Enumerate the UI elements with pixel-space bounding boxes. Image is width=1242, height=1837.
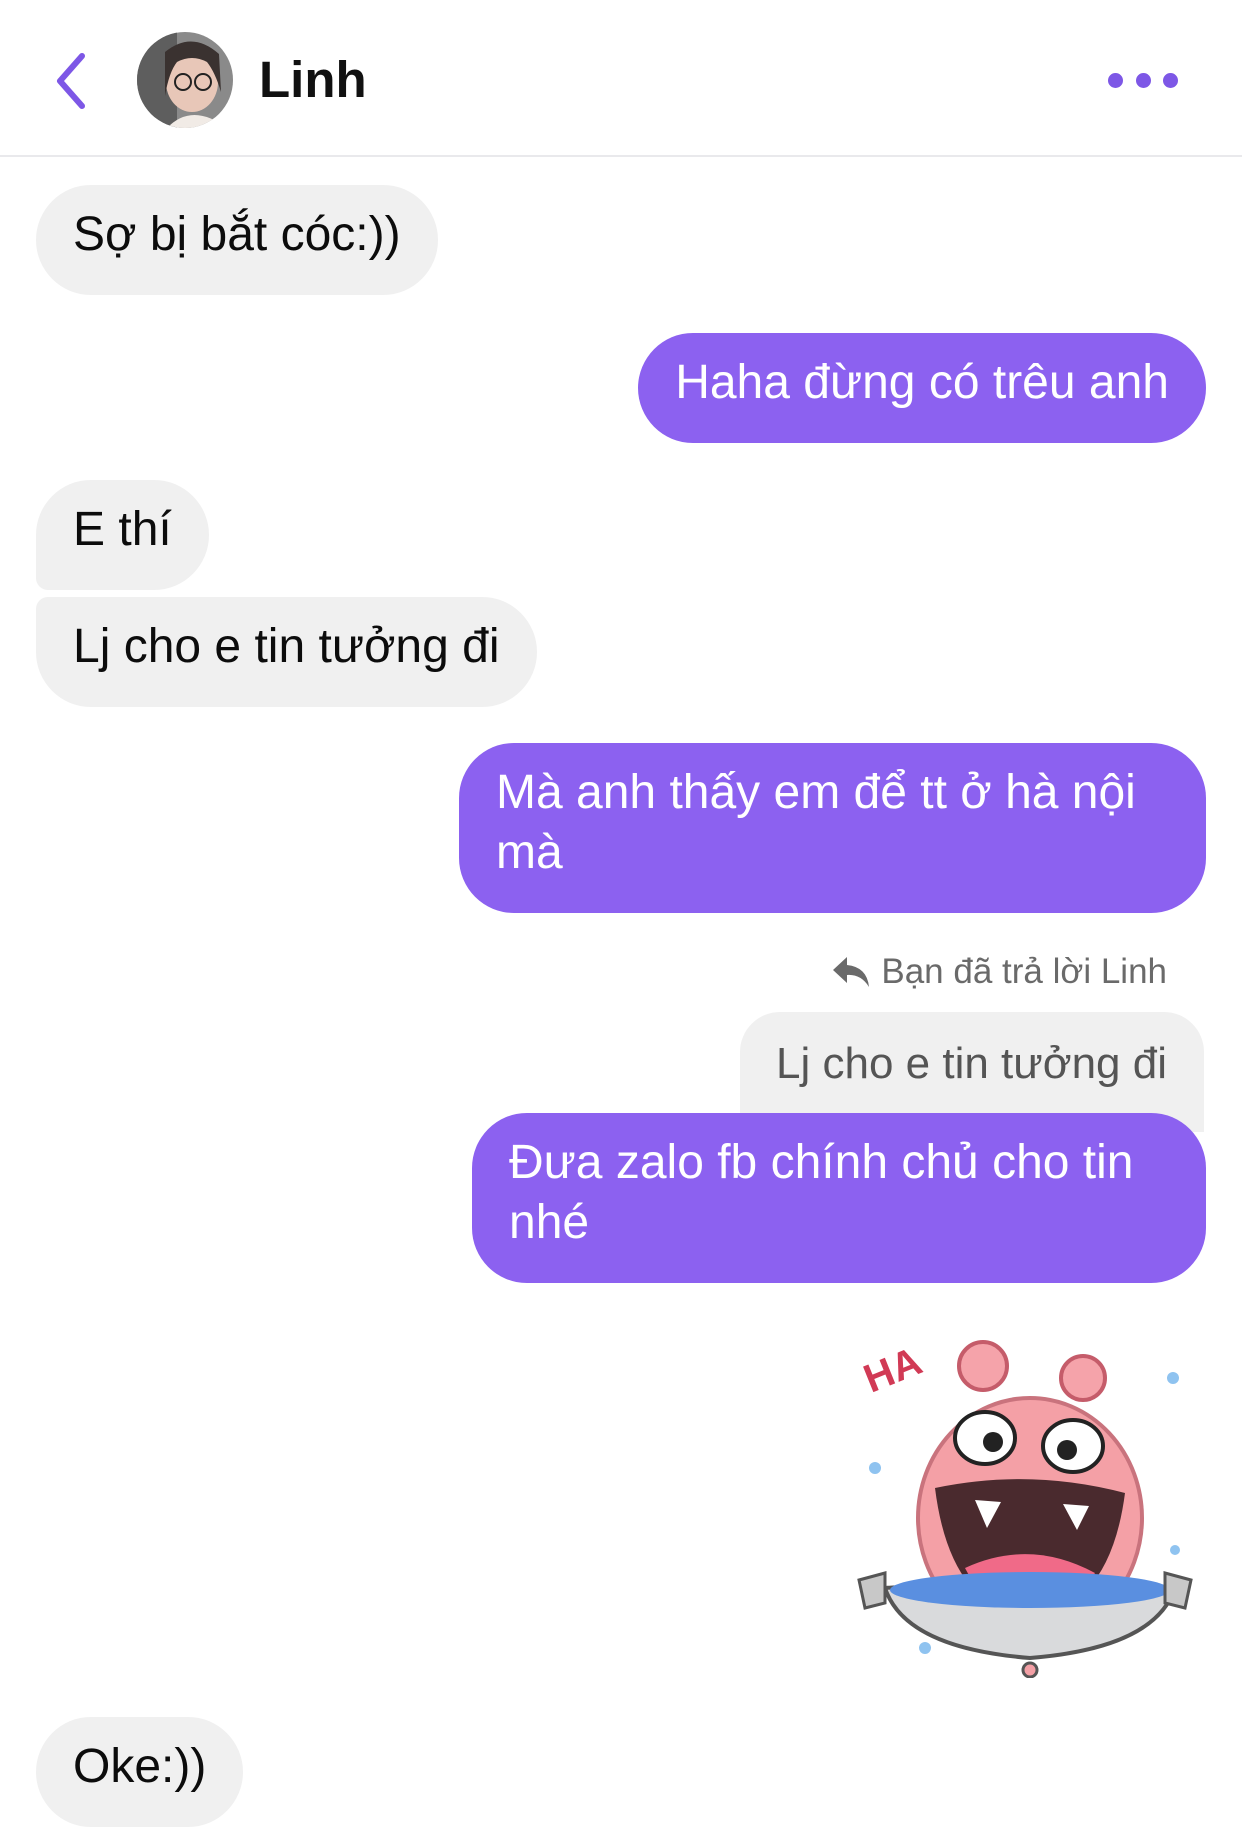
back-button[interactable] — [46, 46, 96, 116]
outgoing-message[interactable]: Haha đừng có trêu anh — [638, 333, 1206, 443]
outgoing-message[interactable]: Mà anh thấy em để tt ở hà nội mà — [459, 743, 1206, 913]
reply-indicator: Bạn đã trả lời Linh — [831, 950, 1167, 994]
incoming-message[interactable]: Oke:)) — [36, 1717, 244, 1827]
incoming-message[interactable]: E thí — [36, 480, 209, 590]
sticker-ha-text: HA — [858, 1339, 928, 1401]
reply-arrow-icon — [833, 957, 870, 987]
chat-header: Linh — [0, 0, 1242, 157]
outgoing-message[interactable]: Đưa zalo fb chính chủ cho tin nhé — [472, 1113, 1206, 1283]
more-horizontal-icon — [1108, 72, 1123, 88]
incoming-message[interactable]: Lj cho e tin tưởng đi — [36, 597, 537, 707]
incoming-message[interactable]: Sợ bị bắt cóc:)) — [36, 185, 438, 295]
contact-name[interactable]: Linh — [259, 50, 367, 110]
more-options-button[interactable] — [1108, 60, 1178, 100]
laughing-pink-blob-sticker[interactable]: HA — [855, 1318, 1195, 1679]
avatar[interactable] — [137, 32, 233, 128]
reply-note-text: Bạn đã trả lời Linh — [881, 952, 1167, 991]
chevron-left-icon — [57, 53, 85, 109]
